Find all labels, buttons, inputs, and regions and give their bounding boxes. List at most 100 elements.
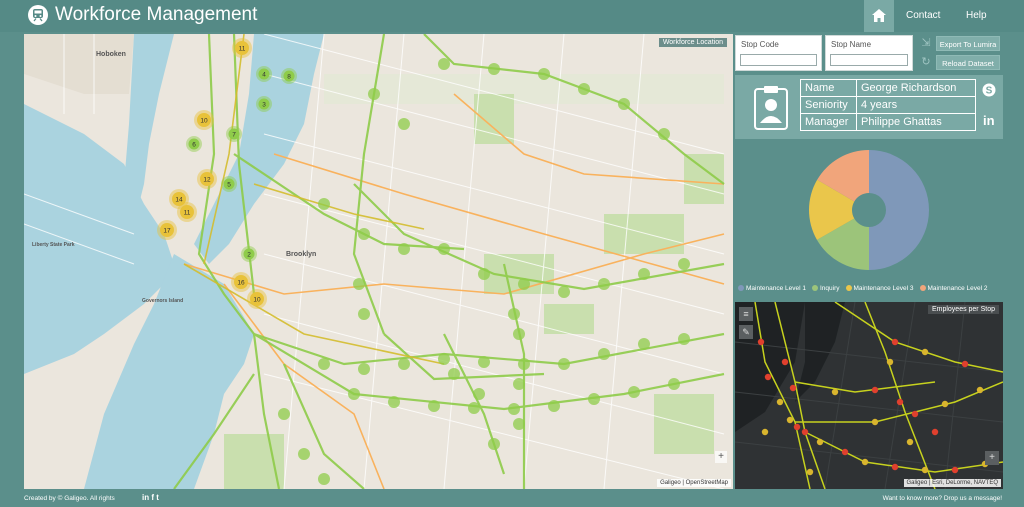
cluster-marker[interactable]: 10 <box>194 110 214 130</box>
cluster-marker[interactable] <box>588 393 600 405</box>
stop-code-input[interactable] <box>740 54 817 66</box>
employee-stop-dot[interactable] <box>761 428 769 436</box>
cluster-marker[interactable]: 10 <box>247 289 267 309</box>
employee-stop-dot[interactable] <box>757 338 765 346</box>
cluster-marker[interactable] <box>473 388 485 400</box>
employee-stop-dot[interactable] <box>831 388 839 396</box>
cluster-marker[interactable] <box>368 88 380 100</box>
cluster-marker[interactable]: 4 <box>256 66 272 82</box>
dark-map-attribution[interactable]: Galigeo | Esri, DeLorme, NAVTEQ <box>903 479 1001 487</box>
cluster-marker[interactable] <box>358 308 370 320</box>
stop-name-input[interactable] <box>830 54 908 66</box>
cluster-marker[interactable] <box>598 278 610 290</box>
cluster-marker[interactable] <box>318 473 330 485</box>
cluster-marker[interactable] <box>468 402 480 414</box>
cluster-marker[interactable] <box>388 396 400 408</box>
cluster-marker[interactable] <box>678 333 690 345</box>
employee-stop-dot[interactable] <box>891 338 899 346</box>
cluster-marker[interactable] <box>353 278 365 290</box>
cluster-marker[interactable] <box>518 358 530 370</box>
cluster-marker[interactable] <box>508 403 520 415</box>
nav-help[interactable]: Help <box>966 10 987 21</box>
export-icon[interactable]: ⇲ <box>920 37 932 49</box>
workforce-location-map[interactable]: 11 4 3 10 7 6 12 5 14 11 17 16 10 2 8 Hoboken Brooklyn… <box>24 34 733 489</box>
cluster-marker[interactable] <box>638 338 650 350</box>
employee-stop-dot[interactable] <box>871 386 879 394</box>
employee-stop-dot[interactable] <box>976 386 984 394</box>
employee-stop-dot[interactable] <box>861 458 869 466</box>
export-lumira-button[interactable]: Export To Lumira <box>936 36 1000 51</box>
employee-stop-dot[interactable] <box>921 466 929 474</box>
cluster-marker[interactable] <box>538 68 550 80</box>
footer-contact-link[interactable]: Want to know more? Drop us a message! <box>883 495 1002 502</box>
cluster-marker[interactable] <box>438 243 450 255</box>
employee-stop-dot[interactable] <box>891 463 899 471</box>
employee-stop-dot[interactable] <box>921 348 929 356</box>
cluster-marker[interactable] <box>513 378 525 390</box>
dark-zoom-in-button[interactable]: + <box>985 451 999 465</box>
cluster-marker[interactable] <box>438 353 450 365</box>
cluster-marker[interactable] <box>318 198 330 210</box>
legend-item[interactable]: Maintenance Level 2 <box>919 285 988 292</box>
cluster-marker[interactable] <box>318 358 330 370</box>
cluster-marker[interactable]: 17 <box>157 220 177 240</box>
cluster-marker[interactable] <box>518 278 530 290</box>
cluster-marker[interactable] <box>488 63 500 75</box>
employee-stop-dot[interactable] <box>781 358 789 366</box>
cluster-marker[interactable]: 11 <box>232 38 252 58</box>
cluster-marker[interactable] <box>358 228 370 240</box>
cluster-marker[interactable] <box>678 258 690 270</box>
employee-stop-dot[interactable] <box>806 468 814 476</box>
employee-stop-dot[interactable] <box>793 423 801 431</box>
employee-stop-dot[interactable] <box>906 438 914 446</box>
linkedin-icon[interactable]: in <box>982 113 996 130</box>
cluster-marker[interactable]: 16 <box>231 272 251 292</box>
cluster-marker[interactable] <box>398 243 410 255</box>
zoom-in-button[interactable]: + <box>715 451 727 463</box>
cluster-marker[interactable] <box>513 418 525 430</box>
employee-stop-dot[interactable] <box>786 416 794 424</box>
cluster-marker[interactable] <box>428 400 440 412</box>
cluster-marker[interactable]: 7 <box>226 126 242 142</box>
cluster-marker[interactable] <box>638 268 650 280</box>
footer-social-icons[interactable]: in f t <box>142 493 159 502</box>
cluster-marker[interactable] <box>578 83 590 95</box>
legend-item[interactable]: Inquiry <box>812 285 840 292</box>
employee-stop-dot[interactable] <box>764 373 772 381</box>
employee-stop-dot[interactable] <box>871 418 879 426</box>
cluster-marker[interactable] <box>348 388 360 400</box>
home-button[interactable] <box>864 0 894 32</box>
cluster-marker[interactable]: 5 <box>221 176 237 192</box>
cluster-marker[interactable] <box>668 378 680 390</box>
nav-contact[interactable]: Contact <box>906 10 940 21</box>
employee-stop-dot[interactable] <box>941 400 949 408</box>
employee-stop-dot[interactable] <box>931 428 939 436</box>
cluster-marker[interactable] <box>558 358 570 370</box>
employee-stop-dot[interactable] <box>816 438 824 446</box>
employee-stop-dot[interactable] <box>896 398 904 406</box>
cluster-marker[interactable] <box>508 308 520 320</box>
cluster-marker[interactable]: 8 <box>281 68 297 84</box>
cluster-marker[interactable] <box>628 386 640 398</box>
cluster-marker[interactable] <box>398 118 410 130</box>
legend-item[interactable]: Maintenance Level 3 <box>845 285 914 292</box>
reload-dataset-button[interactable]: Reload Dataset <box>936 55 1000 70</box>
donut-slice-maintenance-level-1[interactable] <box>869 150 929 270</box>
employee-stop-dot[interactable] <box>951 466 959 474</box>
map-attribution[interactable]: Galigeo | OpenStreetMap <box>657 479 731 487</box>
cluster-marker[interactable] <box>513 328 525 340</box>
layers-tool-button[interactable]: ≡ <box>739 307 753 321</box>
cluster-marker[interactable] <box>488 438 500 450</box>
cluster-marker[interactable]: 12 <box>197 169 217 189</box>
employee-stop-dot[interactable] <box>841 448 849 456</box>
cluster-marker[interactable] <box>298 448 310 460</box>
cluster-marker[interactable] <box>598 348 610 360</box>
cluster-marker[interactable] <box>558 286 570 298</box>
employee-stop-dot[interactable] <box>789 384 797 392</box>
cluster-marker[interactable] <box>278 408 290 420</box>
cluster-marker[interactable] <box>478 268 490 280</box>
employees-per-stop-map[interactable]: Employees per Stop ≡ ✎ + Galigeo | Esri,… <box>735 302 1003 489</box>
cluster-marker[interactable] <box>478 356 490 368</box>
employee-stop-dot[interactable] <box>911 410 919 418</box>
cluster-marker[interactable] <box>438 58 450 70</box>
